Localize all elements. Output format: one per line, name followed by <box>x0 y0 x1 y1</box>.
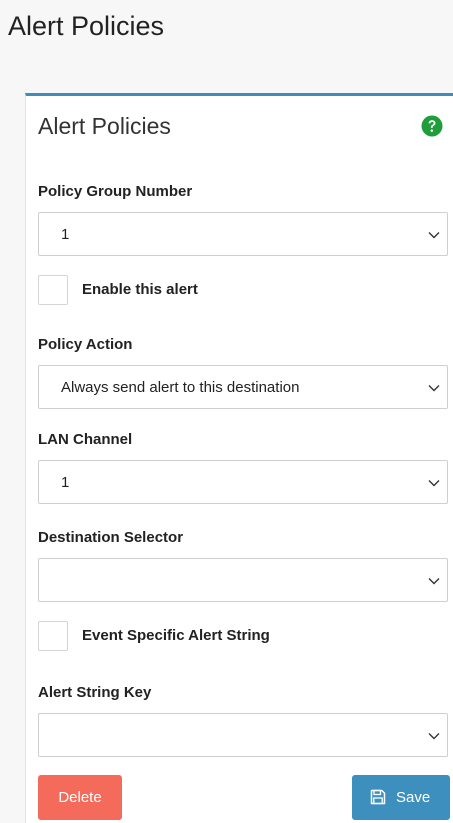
page: Alert Policies Alert Policies Policy Gro… <box>0 0 453 823</box>
alert-string-key-select[interactable] <box>38 713 448 757</box>
alert-policies-card: Alert Policies Policy Group Number 1 Ena… <box>25 93 453 823</box>
policy-group-number-value: 1 <box>61 226 70 243</box>
destination-selector-label: Destination Selector <box>38 529 184 546</box>
chevron-down-icon <box>428 480 440 487</box>
chevron-down-icon <box>428 385 440 392</box>
chevron-down-icon <box>428 578 440 585</box>
page-title: Alert Policies <box>8 11 165 41</box>
lan-channel-value: 1 <box>61 474 70 491</box>
event-specific-checkbox[interactable] <box>38 621 68 651</box>
floppy-disk-icon <box>370 789 386 805</box>
delete-button-label: Delete <box>58 789 102 806</box>
save-button[interactable]: Save <box>352 775 450 820</box>
alert-string-key-label: Alert String Key <box>38 684 152 701</box>
policy-action-select[interactable]: Always send alert to this destination <box>38 365 448 409</box>
lan-channel-label: LAN Channel <box>38 431 133 448</box>
policy-action-label: Policy Action <box>38 336 133 353</box>
chevron-down-icon <box>428 232 440 239</box>
policy-group-number-label: Policy Group Number <box>38 183 193 200</box>
event-specific-label: Event Specific Alert String <box>82 627 270 644</box>
enable-alert-checkbox[interactable] <box>38 275 68 305</box>
lan-channel-select[interactable]: 1 <box>38 460 448 504</box>
delete-button[interactable]: Delete <box>38 775 122 820</box>
chevron-down-icon <box>428 733 440 740</box>
destination-selector-select[interactable] <box>38 558 448 602</box>
policy-group-number-select[interactable]: 1 <box>38 212 448 256</box>
policy-action-value: Always send alert to this destination <box>61 379 300 396</box>
card-title: Alert Policies <box>38 113 171 139</box>
question-circle-icon[interactable] <box>421 115 443 137</box>
enable-alert-label: Enable this alert <box>82 281 198 298</box>
save-button-label: Save <box>396 789 431 806</box>
